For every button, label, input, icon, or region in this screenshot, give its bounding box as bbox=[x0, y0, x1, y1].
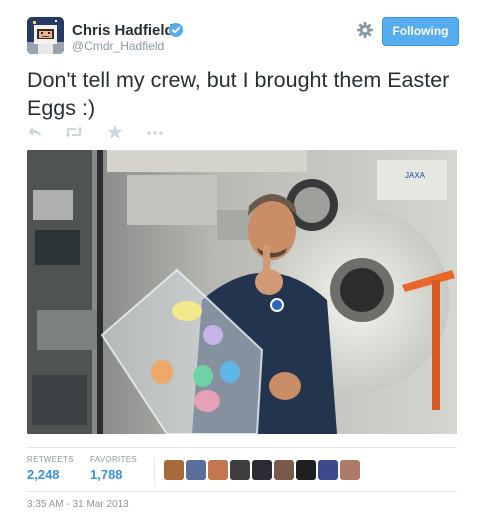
stats-top-divider bbox=[27, 447, 457, 448]
favoriter-avatar[interactable] bbox=[164, 460, 184, 480]
favoriter-avatar[interactable] bbox=[318, 460, 338, 480]
retweets-label: RETWEETS bbox=[27, 455, 74, 464]
favorites-label: FAVORITES bbox=[90, 455, 138, 464]
favoriter-avatar[interactable] bbox=[208, 460, 228, 480]
tweet-text: Don't tell my crew, but I brought them E… bbox=[27, 68, 450, 120]
tweet-timestamp[interactable]: 3:35 AM - 31 Mar 2013 bbox=[27, 499, 129, 510]
stats-separator bbox=[154, 457, 155, 485]
astronaut-with-easter-eggs-photo: JAXA bbox=[27, 150, 457, 434]
favoriter-avatar[interactable] bbox=[252, 460, 272, 480]
tweet-stats: RETWEETS 2,248 FAVORITES 1,788 bbox=[27, 455, 457, 491]
favorite-icon[interactable] bbox=[107, 124, 123, 140]
gear-icon[interactable] bbox=[356, 21, 374, 39]
retweets-count: 2,248 bbox=[27, 467, 60, 482]
stats-bottom-divider bbox=[27, 491, 457, 492]
favoriter-avatar[interactable] bbox=[274, 460, 294, 480]
tweet-actions bbox=[27, 124, 187, 140]
more-icon[interactable] bbox=[146, 124, 164, 140]
tweet-photo[interactable]: JAXA bbox=[27, 150, 457, 434]
following-button[interactable]: Following bbox=[382, 17, 459, 46]
favorites-stat[interactable]: FAVORITES 1,788 bbox=[90, 455, 137, 482]
retweet-icon[interactable] bbox=[65, 124, 83, 140]
tweet-header: Chris Hadfield @Cmdr_Hadfield Following bbox=[27, 17, 459, 57]
verified-badge-icon bbox=[169, 23, 183, 37]
author-handle[interactable]: @Cmdr_Hadfield bbox=[72, 39, 164, 53]
favorites-count: 1,788 bbox=[90, 467, 123, 482]
favoriter-avatar[interactable] bbox=[340, 460, 360, 480]
retweets-stat[interactable]: RETWEETS 2,248 bbox=[27, 455, 74, 482]
favoriter-avatar[interactable] bbox=[296, 460, 316, 480]
svg-text:JAXA: JAXA bbox=[405, 171, 426, 180]
reply-icon[interactable] bbox=[27, 124, 43, 140]
favoriter-avatar[interactable] bbox=[230, 460, 250, 480]
author-avatar[interactable] bbox=[27, 17, 64, 54]
favoriter-avatar[interactable] bbox=[186, 460, 206, 480]
author-name[interactable]: Chris Hadfield bbox=[72, 22, 174, 39]
